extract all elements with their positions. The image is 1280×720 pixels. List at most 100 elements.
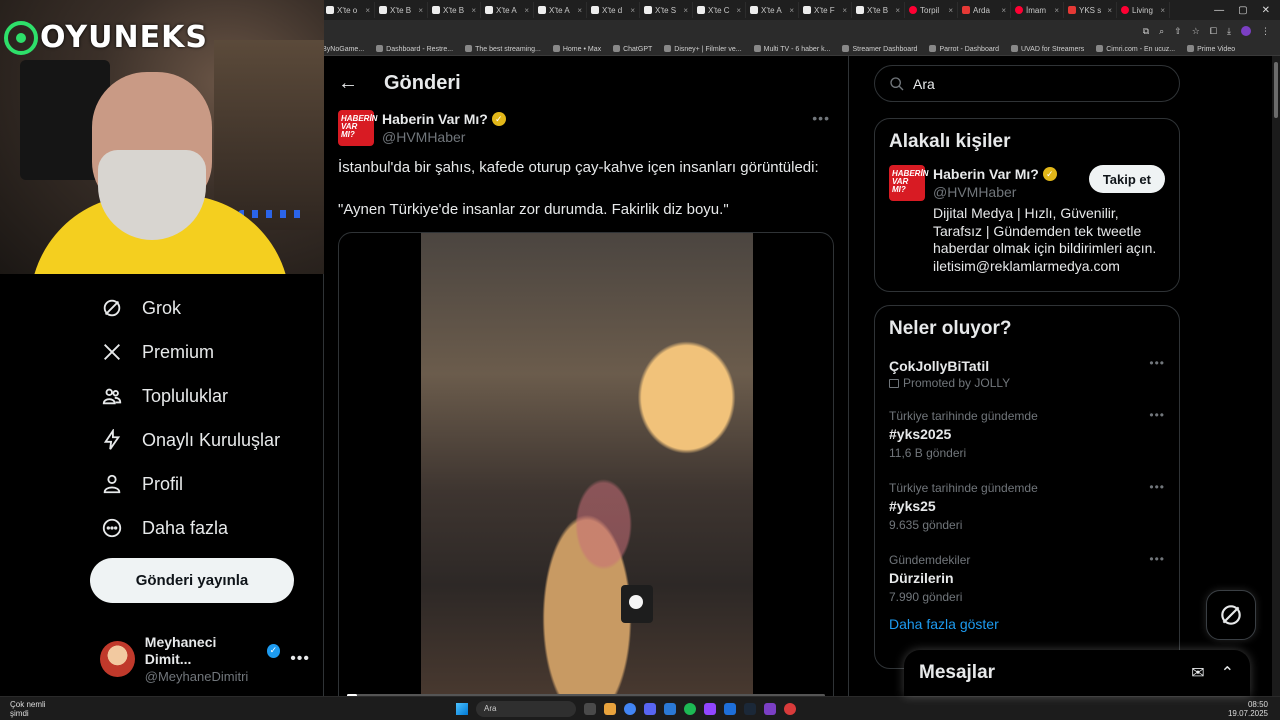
account-switcher[interactable]: Meyhaneci Dimit... ✓ @MeyhaneDimitri ••• [100,634,310,684]
back-arrow-icon[interactable]: ← [338,72,358,95]
twitch-icon[interactable] [704,702,716,715]
browser-tab[interactable]: X'te B × [375,2,428,18]
browser-tab[interactable]: Living × [1117,2,1170,18]
tweet-more-icon[interactable]: ••• [812,110,834,126]
tab-close-icon[interactable]: × [789,6,794,15]
browser-menu-icon[interactable]: ⋮ [1261,26,1270,37]
search-input[interactable]: Ara [874,65,1180,102]
browser-tab[interactable]: İmam × [1011,2,1064,18]
trend-item[interactable]: Türkiye tarihinde gündemde #yks25 9.635 … [875,472,1179,544]
tweet-media[interactable] [338,232,834,696]
edge-icon[interactable] [664,702,676,715]
tab-close-icon[interactable]: × [418,6,423,15]
trend-name[interactable]: #yks2025 [889,424,1165,444]
follow-button[interactable]: Takip et [1088,165,1165,193]
bookmark-item[interactable]: Streamer Dashboard [842,45,917,53]
related-name[interactable]: Haberin Var Mı? [933,165,1039,183]
expand-up-icon[interactable]: ⌃ [1221,663,1234,683]
share-icon[interactable]: ⇧ [1174,26,1182,37]
trend-more-icon[interactable]: ••• [1149,356,1165,370]
start-windows-icon[interactable] [456,702,468,715]
tab-close-icon[interactable]: × [842,6,847,15]
tab-close-icon[interactable]: × [736,6,741,15]
bookmark-item[interactable]: Home • Max [553,45,601,53]
close-window-icon[interactable]: ✕ [1262,5,1270,16]
trend-more-icon[interactable]: ••• [1149,408,1165,422]
tab-close-icon[interactable]: × [524,6,529,15]
show-more-link[interactable]: Daha fazla göster [875,616,1179,632]
bookmark-item[interactable]: Multi TV - 6 haber k... [754,45,831,53]
cast-icon[interactable]: ⧉ [1143,26,1149,37]
bookmark-item[interactable]: Disney+ | Filmler ve... [664,45,741,53]
profile-avatar-icon[interactable] [1241,26,1251,36]
trend-promoted[interactable]: ÇokJollyBiTatil Promoted by JOLLY ••• [875,348,1179,400]
maximize-icon[interactable]: ▢ [1238,5,1247,16]
bookmark-star-icon[interactable]: ☆ [1192,26,1200,37]
tab-close-icon[interactable]: × [471,6,476,15]
tab-close-icon[interactable]: × [895,6,900,15]
trend-name[interactable]: ÇokJollyBiTatil [889,356,1165,376]
nav-item-grok[interactable]: Grok [100,296,181,320]
bookmark-item[interactable]: ChatGPT [613,45,652,53]
trend-more-icon[interactable]: ••• [1149,552,1165,566]
browser-tab[interactable]: X'te F × [799,2,852,18]
nav-item-more[interactable]: Daha fazla [100,516,228,540]
discord-icon[interactable] [644,702,656,715]
tab-close-icon[interactable]: × [630,6,635,15]
browser-tab[interactable]: X'te d × [587,2,640,18]
grok-floating-button[interactable] [1206,590,1256,640]
scrollbar-thumb[interactable] [1274,62,1278,118]
bookmark-item[interactable]: The best streaming... [465,45,541,53]
task-view-icon[interactable] [584,702,596,715]
search-placeholder[interactable]: Ara [913,76,935,92]
related-person[interactable]: HABERİN VAR MI? Haberin Var Mı? ✓ @HVMHa… [875,161,1179,287]
account-more-icon[interactable]: ••• [290,650,310,668]
browser-tab[interactable]: X'te B × [852,2,905,18]
app-icon[interactable] [764,702,776,715]
spotify-icon[interactable] [684,702,696,715]
author-name-row[interactable]: Haberin Var Mı? ✓ [382,110,506,128]
browser-tab[interactable]: X'te A × [481,2,534,18]
browser-tab[interactable]: Torpil × [905,2,958,18]
nav-item-premium[interactable]: Premium [100,340,214,364]
nav-item-communities[interactable]: Topluluklar [100,384,228,408]
download-icon[interactable]: ⤓ [1227,26,1231,37]
tab-close-icon[interactable]: × [948,6,953,15]
bookmark-item[interactable]: Prime Video [1187,45,1235,53]
tab-close-icon[interactable]: × [1107,6,1112,15]
trend-item[interactable]: Gündemdekiler Dürzilerin 7.990 gönderi •… [875,544,1179,616]
browser-tab[interactable]: X'te A × [534,2,587,18]
new-message-icon[interactable]: ✉ [1191,663,1204,683]
bookmark-item[interactable]: Parrot - Dashboard [929,45,999,53]
related-avatar[interactable]: HABERİN VAR MI? [889,165,928,201]
zoom-icon[interactable]: ⌕ [1159,26,1164,37]
tab-close-icon[interactable]: × [1054,6,1059,15]
minimize-icon[interactable]: — [1214,5,1224,16]
weather-widget[interactable]: Çok nemli şimdi [0,700,120,718]
browser-tab[interactable]: Arda × [958,2,1011,18]
related-name-row[interactable]: Haberin Var Mı? ✓ [933,165,1057,183]
tab-close-icon[interactable]: × [1001,6,1006,15]
author-name[interactable]: Haberin Var Mı? [382,110,488,128]
trend-name[interactable]: #yks25 [889,496,1165,516]
trend-name[interactable]: Dürzilerin [889,568,1165,588]
chrome-icon[interactable] [624,702,636,715]
extensions-icon[interactable]: ⧠ [1210,26,1217,37]
author-avatar[interactable]: HABERİN VAR MI? [338,110,377,146]
post-button[interactable]: Gönderi yayınla [90,558,294,603]
tab-close-icon[interactable]: × [1160,6,1165,15]
nav-item-profile[interactable]: Profil [100,472,183,496]
steam-icon[interactable] [744,702,756,715]
trend-item[interactable]: Türkiye tarihinde gündemde #yks2025 11,6… [875,400,1179,472]
page-scrollbar[interactable] [1272,56,1280,696]
tab-close-icon[interactable]: × [577,6,582,15]
video-player[interactable] [421,233,753,696]
messages-drawer[interactable]: Mesajlar ✉ ⌃ [904,650,1250,696]
browser-tab[interactable]: X'te o × [322,2,375,18]
bookmark-item[interactable]: Cimri.com - En ucuz... [1096,45,1175,53]
browser-tab[interactable]: X'te C × [693,2,746,18]
author-handle[interactable]: @HVMHaber [382,128,506,146]
browser-tab[interactable]: X'te A × [746,2,799,18]
tab-close-icon[interactable]: × [683,6,688,15]
app-icon[interactable] [784,702,796,715]
